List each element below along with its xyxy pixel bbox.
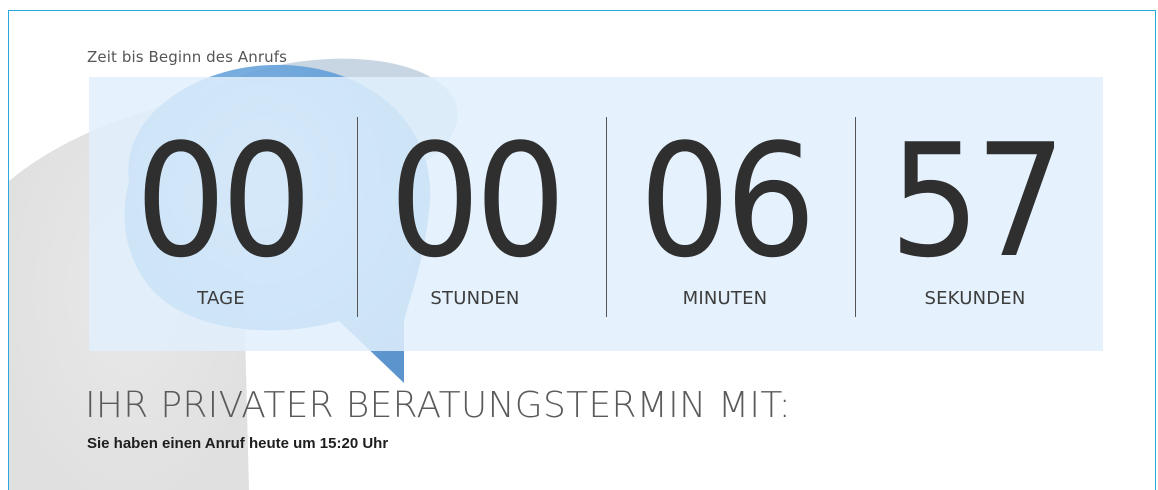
hours-label: STUNDEN	[430, 288, 520, 309]
hours-value: 00	[389, 110, 566, 292]
page-title: IHR PRIVATER BERATUNGSTERMIN MIT:	[85, 385, 792, 426]
countdown-seconds: 57 SEKUNDEN	[851, 77, 1099, 351]
seconds-value: 57	[889, 110, 1066, 292]
days-value: 00	[135, 110, 312, 292]
countdown-caption: Zeit bis Beginn des Anrufs	[87, 48, 288, 66]
seconds-label: SEKUNDEN	[924, 288, 1026, 309]
call-info-text: Sie haben einen Anruf heute um 15:20 Uhr	[87, 435, 389, 452]
countdown-panel: 00 TAGE 00 STUNDEN 06 MINUTEN 57 SEKUNDE…	[89, 77, 1103, 351]
countdown-days: 00 TAGE	[97, 77, 345, 351]
countdown-hours: 00 STUNDEN	[351, 77, 599, 351]
countdown-card: Zeit bis Beginn des Anrufs 00 TAGE 00 ST…	[8, 10, 1156, 490]
minutes-value: 06	[639, 110, 816, 292]
minutes-label: MINUTEN	[682, 288, 768, 309]
days-label: TAGE	[197, 288, 245, 309]
countdown-minutes: 06 MINUTEN	[601, 77, 849, 351]
